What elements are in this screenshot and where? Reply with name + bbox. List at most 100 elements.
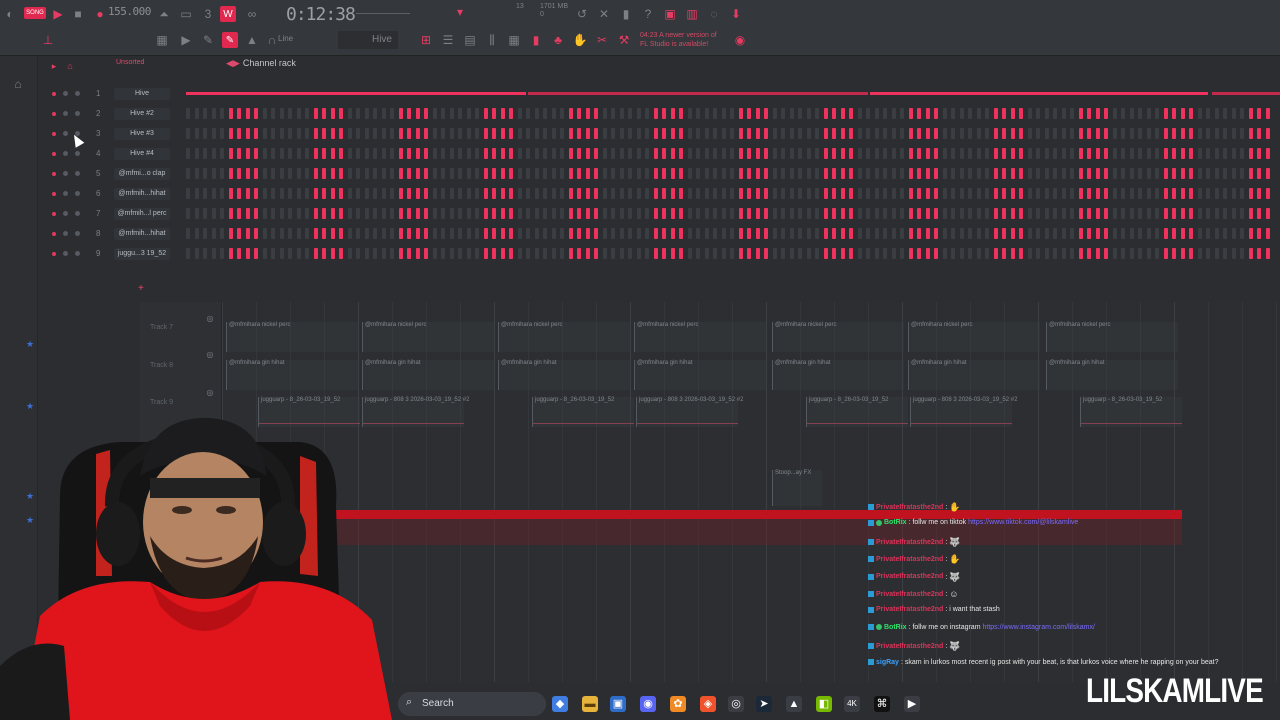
update-globe-icon[interactable]: ◉ xyxy=(732,32,748,48)
step-button[interactable] xyxy=(441,148,445,159)
step-button[interactable] xyxy=(1206,228,1210,239)
step-button[interactable] xyxy=(1240,148,1244,159)
step-button[interactable] xyxy=(772,148,777,159)
step-button[interactable] xyxy=(1070,168,1074,179)
step-button[interactable] xyxy=(398,168,403,179)
step-button[interactable] xyxy=(500,248,505,259)
step-button[interactable] xyxy=(475,208,479,219)
step-button[interactable] xyxy=(509,208,513,219)
discord-icon[interactable]: ◉ xyxy=(640,696,656,712)
step-button[interactable] xyxy=(330,188,335,199)
step-button[interactable] xyxy=(789,108,794,119)
step-button[interactable] xyxy=(288,188,292,199)
step-button[interactable] xyxy=(500,168,505,179)
playlist-clip[interactable]: @mfmihara nickel perc xyxy=(634,322,766,352)
step-button[interactable] xyxy=(1248,128,1253,139)
step-button[interactable] xyxy=(577,188,581,199)
step-button[interactable] xyxy=(220,108,224,119)
channel-mixer-track[interactable]: 7 xyxy=(96,209,100,218)
step-button[interactable] xyxy=(976,248,981,259)
step-button[interactable] xyxy=(730,148,734,159)
step-button[interactable] xyxy=(993,228,998,239)
step-button[interactable] xyxy=(806,188,811,199)
step-button[interactable] xyxy=(262,188,267,199)
step-button[interactable] xyxy=(1087,208,1091,219)
step-button[interactable] xyxy=(347,148,352,159)
step-button[interactable] xyxy=(466,208,471,219)
step-button[interactable] xyxy=(976,168,981,179)
step-button[interactable] xyxy=(755,248,760,259)
step-button[interactable] xyxy=(449,148,454,159)
step-button[interactable] xyxy=(857,228,862,239)
step-button[interactable] xyxy=(424,128,428,139)
step-button[interactable] xyxy=(1197,108,1202,119)
fl-studio-taskbar-icon[interactable]: ✿ xyxy=(670,696,686,712)
step-button[interactable] xyxy=(568,148,573,159)
step-button[interactable] xyxy=(220,248,224,259)
step-button[interactable] xyxy=(534,188,539,199)
step-button[interactable] xyxy=(1138,248,1142,259)
step-button[interactable] xyxy=(1112,128,1117,139)
step-button[interactable] xyxy=(1112,208,1117,219)
step-button[interactable] xyxy=(245,228,250,239)
step-button[interactable] xyxy=(1155,228,1159,239)
step-button[interactable] xyxy=(883,188,887,199)
step-button[interactable] xyxy=(466,168,471,179)
channel-active-led[interactable] xyxy=(52,92,56,96)
step-button[interactable] xyxy=(764,188,768,199)
step-button[interactable] xyxy=(730,228,734,239)
play-icon[interactable]: ▶ xyxy=(50,6,66,22)
chrome-icon[interactable]: ◎ xyxy=(728,696,744,712)
step-button[interactable] xyxy=(730,108,734,119)
step-button[interactable] xyxy=(1061,248,1066,259)
step-button[interactable] xyxy=(577,168,581,179)
step-button[interactable] xyxy=(449,168,454,179)
step-button[interactable] xyxy=(568,208,573,219)
step-button[interactable] xyxy=(1206,248,1210,259)
step-button[interactable] xyxy=(1129,228,1134,239)
step-button[interactable] xyxy=(517,188,522,199)
step-button[interactable] xyxy=(1095,128,1100,139)
channel-active-led[interactable] xyxy=(52,132,56,136)
step-button[interactable] xyxy=(1061,188,1066,199)
step-button[interactable] xyxy=(449,128,454,139)
step-button[interactable] xyxy=(789,148,794,159)
step-button[interactable] xyxy=(322,248,326,259)
step-button[interactable] xyxy=(322,228,326,239)
step-button[interactable] xyxy=(942,128,947,139)
step-button[interactable] xyxy=(560,208,564,219)
step-button[interactable] xyxy=(602,108,607,119)
step-button[interactable] xyxy=(373,208,377,219)
step-button[interactable] xyxy=(228,228,233,239)
step-button[interactable] xyxy=(1248,248,1253,259)
step-button[interactable] xyxy=(509,148,513,159)
step-button[interactable] xyxy=(721,108,726,119)
step-button[interactable] xyxy=(704,168,709,179)
step-button[interactable] xyxy=(534,248,539,259)
view-tools-icon[interactable]: ⚒ xyxy=(616,32,632,48)
track-label[interactable]: Track 7 xyxy=(150,324,173,331)
step-button[interactable] xyxy=(849,148,853,159)
step-button[interactable] xyxy=(917,228,921,239)
step-button[interactable] xyxy=(543,168,547,179)
step-button[interactable] xyxy=(1231,108,1236,119)
playlist-clip[interactable]: jugguarp - 8_26-03-03_19_52 xyxy=(806,397,908,427)
step-button[interactable] xyxy=(356,108,360,119)
step-button[interactable] xyxy=(611,208,615,219)
step-button[interactable] xyxy=(781,168,785,179)
step-button[interactable] xyxy=(594,148,598,159)
step-button[interactable] xyxy=(356,208,360,219)
step-button[interactable] xyxy=(500,188,505,199)
step-button[interactable] xyxy=(466,128,471,139)
step-button[interactable] xyxy=(390,188,394,199)
step-button[interactable] xyxy=(611,248,615,259)
step-button[interactable] xyxy=(653,228,658,239)
step-button[interactable] xyxy=(313,108,318,119)
playlist-clip[interactable]: @mfmihara gin hihat xyxy=(772,360,904,390)
step-button[interactable] xyxy=(1010,128,1015,139)
step-button[interactable] xyxy=(713,128,717,139)
step-button[interactable] xyxy=(466,248,471,259)
channel-mixer-track[interactable]: 3 xyxy=(96,129,100,138)
step-button[interactable] xyxy=(373,188,377,199)
step-button[interactable] xyxy=(1121,188,1125,199)
